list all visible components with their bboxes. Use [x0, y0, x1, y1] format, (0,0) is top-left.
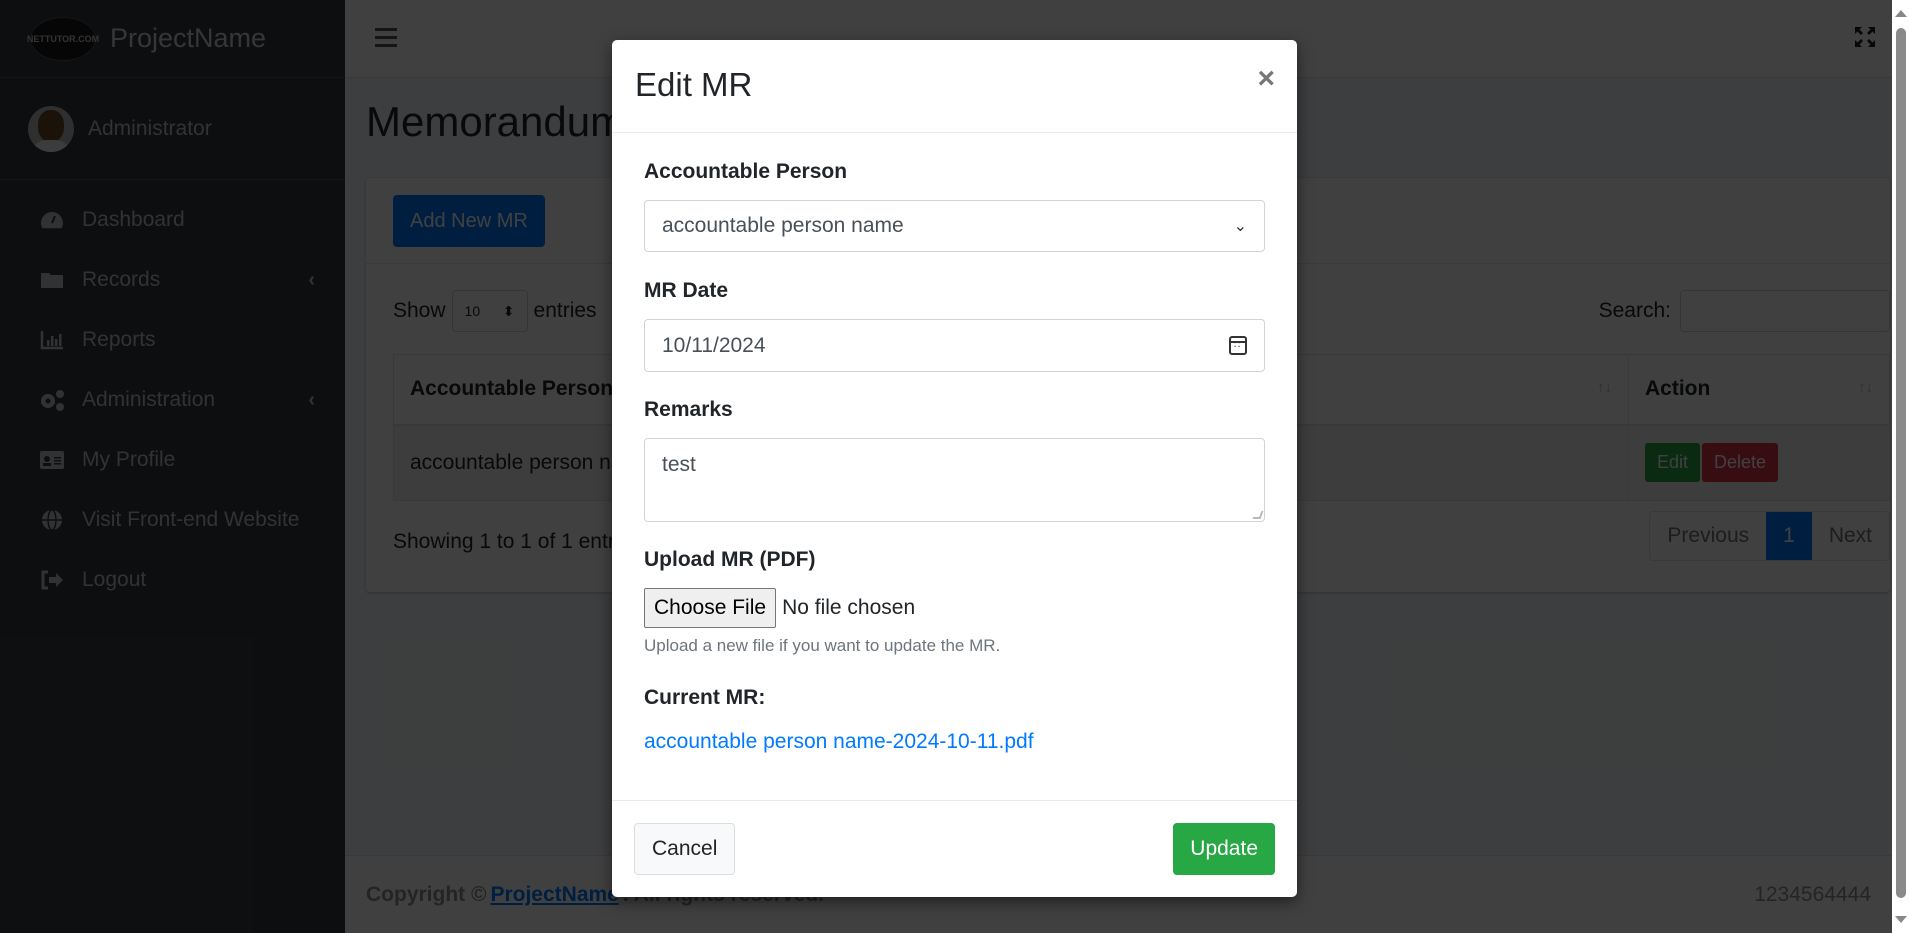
mr-date-label: MR Date [644, 279, 729, 302]
scroll-up-arrow-icon[interactable] [1895, 10, 1907, 17]
choose-file-button[interactable]: Choose File [644, 588, 777, 628]
update-button[interactable]: Update [1173, 823, 1275, 875]
upload-help-text: Upload a new file if you want to update … [644, 636, 1001, 655]
current-mr-label: Current MR: [644, 686, 766, 709]
mr-date-input[interactable]: 10/11/2024 [644, 319, 1265, 372]
remarks-value: test [662, 453, 696, 476]
remarks-textarea[interactable]: test [644, 438, 1265, 522]
file-status: No file chosen [782, 596, 916, 619]
edit-mr-modal: Edit MR × Accountable Person accountable… [612, 40, 1297, 897]
upload-mr-label: Upload MR (PDF) [644, 548, 816, 571]
current-mr-link[interactable]: accountable person name-2024-10-11.pdf [644, 730, 1034, 754]
cancel-button[interactable]: Cancel [634, 823, 736, 875]
accountable-person-select[interactable]: accountable person name ⌄ [644, 200, 1265, 252]
modal-footer: Cancel Update [612, 800, 1297, 897]
modal-header: Edit MR × [612, 40, 1297, 133]
accountable-person-value: accountable person name [662, 214, 904, 237]
scroll-down-arrow-icon[interactable] [1895, 916, 1907, 923]
scroll-thumb[interactable] [1896, 28, 1906, 898]
resize-handle-icon[interactable] [1252, 511, 1264, 519]
remarks-label: Remarks [644, 398, 733, 421]
accountable-person-label: Accountable Person [644, 160, 848, 183]
mr-date-value: 10/11/2024 [662, 333, 766, 357]
upload-mr-input: Choose File No file chosen [644, 588, 915, 628]
close-icon[interactable]: × [1257, 62, 1275, 96]
calendar-icon[interactable] [1229, 336, 1247, 355]
chevron-down-icon: ⌄ [1233, 218, 1247, 235]
page-scrollbar[interactable] [1892, 0, 1910, 933]
modal-title: Edit MR [635, 66, 753, 103]
